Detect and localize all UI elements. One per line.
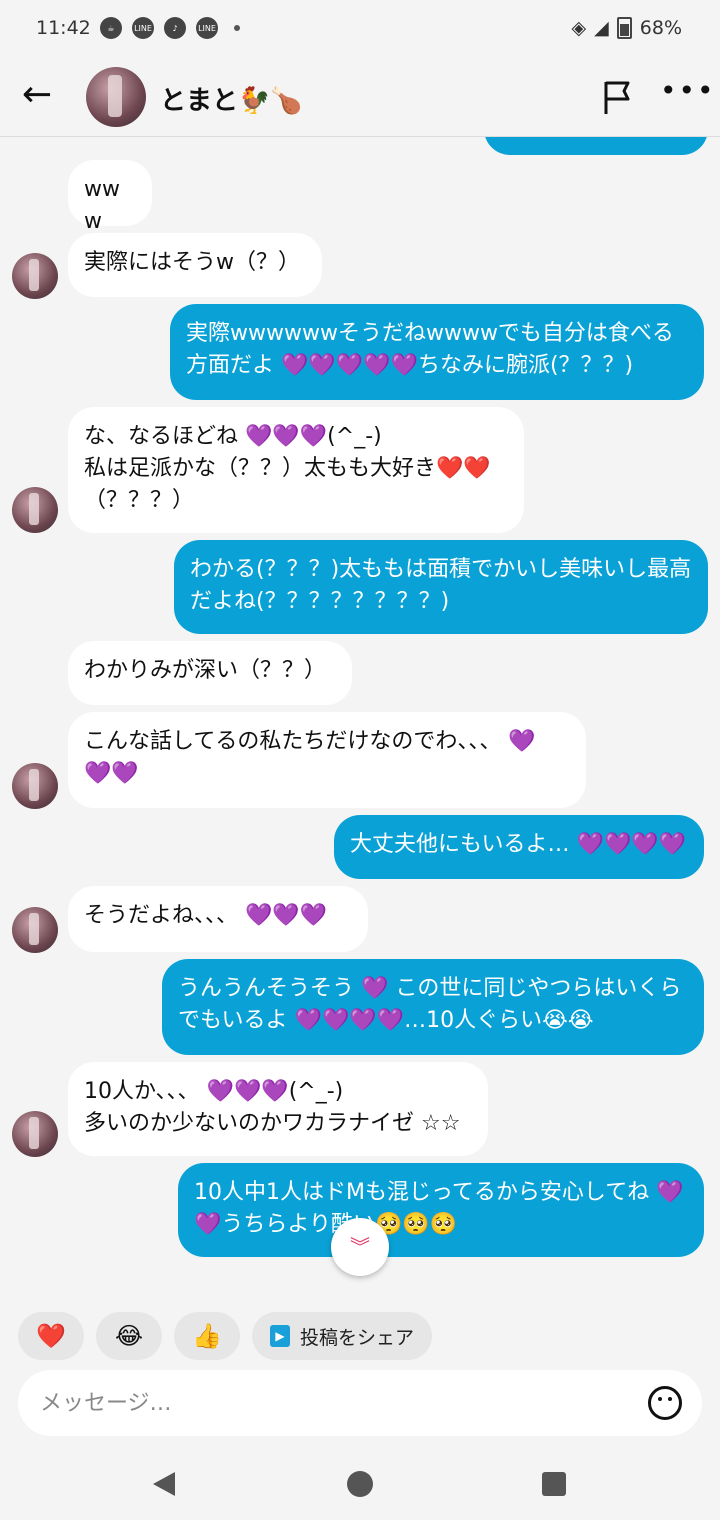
sender-avatar[interactable] (12, 253, 58, 299)
nav-back-icon[interactable] (153, 1472, 175, 1496)
play-icon: ▶ (270, 1325, 290, 1347)
status-time: 11:42 (36, 17, 91, 39)
chat-header: ← とまと🐓🍗 ••• (0, 58, 720, 137)
scroll-to-bottom-button[interactable]: ︾ (331, 1218, 389, 1276)
battery-level: 68% (639, 17, 682, 39)
nav-home-icon[interactable] (347, 1471, 373, 1497)
message-list[interactable]: www 実際にはそうw（？） 実際wwwwwwそうだねwwwwでも自分は食べる方… (0, 137, 720, 1300)
message-bubble-incoming[interactable]: わかりみが深い（？？） (68, 641, 352, 705)
message-bubble-incoming[interactable]: www (68, 160, 152, 234)
more-notifications-icon (234, 25, 240, 31)
message-bubble-incoming[interactable]: 実際にはそうw（？） (68, 233, 322, 297)
back-arrow-icon[interactable]: ← (22, 74, 64, 116)
tiktok-icon: ♪ (164, 17, 186, 39)
message-composer (18, 1370, 702, 1436)
message-bubble-incoming[interactable]: 10人か、、、 💜💜💜(^_-) 多いのか少ないのかワカラナイゼ ☆☆ (68, 1062, 488, 1156)
message-input[interactable] (38, 1389, 602, 1417)
reaction-heart-button[interactable]: ❤️ (18, 1312, 84, 1360)
sender-avatar[interactable] (12, 907, 58, 953)
signal-icon: ◢ (594, 17, 609, 39)
thumbs-up-icon: 👍 (192, 1322, 222, 1350)
sender-avatar[interactable] (12, 487, 58, 533)
message-bubble-incoming[interactable]: こんな話してるの私たちだけなのでわ、、、 💜 💜💜 (68, 712, 586, 808)
sticker-icon[interactable] (648, 1386, 682, 1420)
sender-avatar[interactable] (12, 1111, 58, 1157)
chevron-double-down-icon: ︾ (350, 1235, 370, 1259)
battery-icon (616, 17, 632, 39)
message-bubble-outgoing[interactable]: うんうんそうそう 💜 この世に同じやつらはいくらでもいるよ 💜💜💜💜…10人ぐら… (162, 959, 704, 1055)
message-bubble-outgoing[interactable]: 実際wwwwwwそうだねwwwwでも自分は食べる方面だよ 💜💜💜💜💜ちなみに腕派… (170, 304, 704, 400)
nav-recents-icon[interactable] (542, 1472, 566, 1496)
message-bubble-outgoing[interactable]: 大丈夫他にもいるよ… 💜💜💜💜 (334, 815, 704, 879)
heart-icon: ❤️ (36, 1322, 66, 1350)
line-icon: LINE (132, 17, 154, 39)
laugh-emoji-icon: 😂 (114, 1322, 144, 1350)
share-post-button[interactable]: ▶ 投稿をシェア (252, 1312, 433, 1360)
system-navigation-bar (0, 1446, 720, 1520)
notification-icons: ☕ LINE ♪ LINE (100, 17, 240, 39)
reaction-laugh-button[interactable]: 😂 (96, 1312, 162, 1360)
system-icons: ◈ ◢ 68% (572, 17, 682, 39)
message-bubble-partial (484, 137, 708, 155)
coffee-icon: ☕ (100, 17, 122, 39)
message-bubble-outgoing[interactable]: わかる(？？？)太ももは面積でかいし美味いし最高だよね(？？？？？？？？) (174, 540, 708, 634)
share-post-label: 投稿をシェア (300, 1326, 415, 1349)
message-bubble-incoming[interactable]: な、なるほどね 💜💜💜(^_-) 私は足派かな（？？）太もも大好き❤️❤️ （？… (68, 407, 524, 533)
contact-avatar[interactable] (86, 67, 146, 127)
sender-avatar[interactable] (12, 763, 58, 809)
quick-reactions: ❤️ 😂 👍 ▶ 投稿をシェア (18, 1312, 433, 1360)
report-flag-icon[interactable] (600, 78, 634, 116)
line-icon: LINE (196, 17, 218, 39)
wifi-icon: ◈ (571, 17, 587, 39)
reaction-thumbs-up-button[interactable]: 👍 (174, 1312, 240, 1360)
status-bar: 11:42 ☕ LINE ♪ LINE ◈ ◢ 68% (0, 0, 720, 58)
more-options-icon[interactable]: ••• (660, 74, 716, 107)
contact-name[interactable]: とまと🐓🍗 (160, 80, 303, 117)
message-bubble-outgoing[interactable]: 10人中1人はドMも混じってるから安心してね 💜 💜うちらより酷い🥺🥺🥺 (178, 1163, 704, 1257)
message-bubble-incoming[interactable]: そうだよね、、、 💜💜💜 (68, 886, 368, 952)
